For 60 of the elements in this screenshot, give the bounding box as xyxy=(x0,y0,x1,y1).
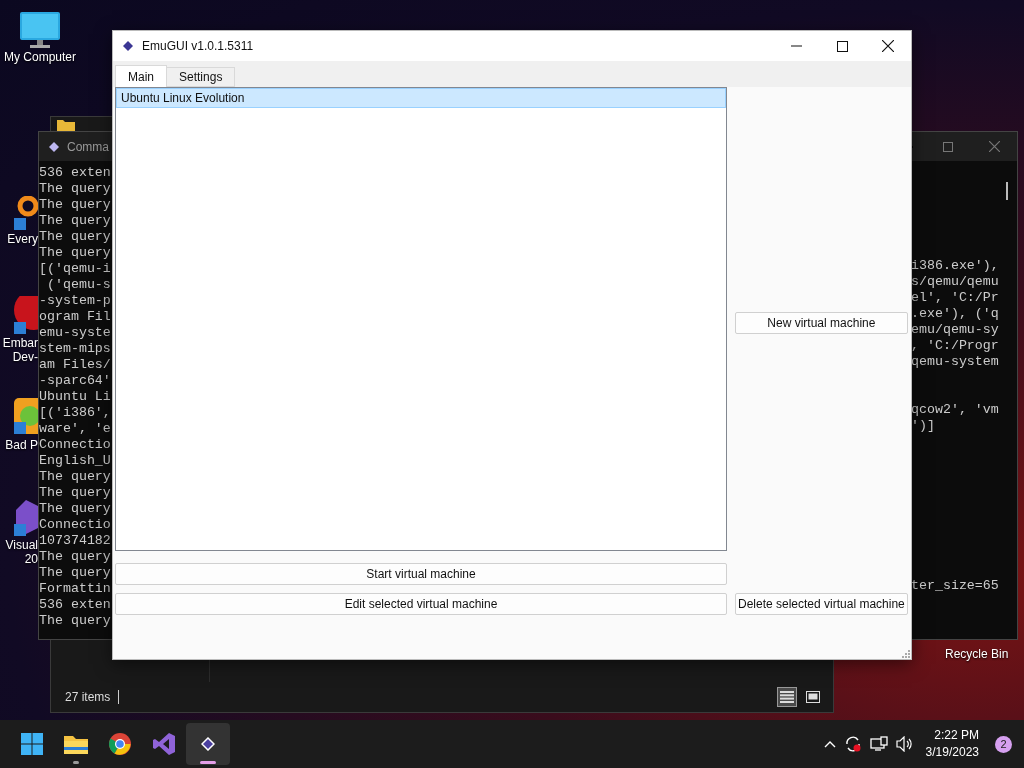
console-text: The query xyxy=(39,213,111,228)
notification-badge[interactable]: 2 xyxy=(995,735,1012,753)
console-text: The query xyxy=(39,245,111,260)
console-text: The query xyxy=(39,181,111,196)
tab[interactable]: Settings xyxy=(166,67,236,87)
icon-label[interactable]: My Computer xyxy=(4,50,76,64)
list-item[interactable]: Ubuntu Linux Evolution xyxy=(116,88,726,108)
console-text: 536 exten xyxy=(39,597,111,612)
start-vm-button[interactable]: Start virtual machine xyxy=(115,563,727,585)
console-text: el', 'C:/Pr xyxy=(911,290,999,306)
clock-date[interactable]: 3/19/2023 xyxy=(925,744,979,761)
console-text: ware', 'e xyxy=(39,421,111,436)
console-text: 536 exten xyxy=(39,165,111,180)
console-text: , 'C:/Progr xyxy=(911,338,999,354)
console-text: [('qemu-i xyxy=(39,261,111,276)
edit-vm-button[interactable]: Edit selected virtual machine xyxy=(115,593,727,615)
window-title: Comma xyxy=(67,139,109,154)
console-text: Ubuntu Li xyxy=(39,389,111,404)
console-text: ter_size=65 xyxy=(911,578,999,594)
console-text: The query xyxy=(39,565,111,580)
new-vm-button[interactable]: New virtual machine xyxy=(735,312,908,334)
console-text: qemu-system xyxy=(911,354,999,370)
clock-time[interactable]: 2:22 PM xyxy=(934,727,979,744)
icon-label[interactable]: Recycle Bin xyxy=(945,647,1009,661)
console-text: The query xyxy=(39,469,111,484)
console-text: Formattin xyxy=(39,581,111,596)
console-text: ')] xyxy=(911,418,935,434)
console-text: -system-p xyxy=(39,293,111,308)
console-text: ogram Fil xyxy=(39,309,111,324)
console-text: ('qemu-s xyxy=(45,277,111,292)
icon-label[interactable]: Every xyxy=(7,232,38,246)
console-text: The query xyxy=(39,501,111,516)
console-text: emu-syste xyxy=(39,325,111,340)
window-title: EmuGUI v1.0.1.5311 xyxy=(142,39,254,53)
icon-label[interactable]: Dev- xyxy=(12,350,38,364)
console-text: The query xyxy=(39,197,111,212)
console-text: Connectio xyxy=(39,437,111,452)
console-text: stem-mips xyxy=(39,341,111,356)
icon-label[interactable]: Bad P xyxy=(5,438,38,452)
console-text: English_U xyxy=(39,453,111,468)
icon-label[interactable]: Visual xyxy=(5,538,38,552)
icon-label[interactable]: Embar xyxy=(2,336,38,350)
console-text: The query xyxy=(39,549,111,564)
console-text: 107374182 xyxy=(39,533,111,548)
console-text: The query xyxy=(39,229,111,244)
console-text: s/qemu/qemu xyxy=(911,274,999,290)
console-text: .exe'), ('q xyxy=(911,306,999,322)
console-text: The query xyxy=(39,613,111,628)
delete-vm-button[interactable]: Delete selected virtual machine xyxy=(735,593,908,615)
console-text: am Files/ xyxy=(39,357,111,372)
tab[interactable]: Main xyxy=(115,65,167,87)
item-count: 27 items xyxy=(65,690,120,704)
console-text: qcow2', 'vm xyxy=(911,402,999,418)
console-text: i386.exe'), xyxy=(911,258,999,274)
console-text: -sparc64' xyxy=(39,373,111,388)
console-text: The query xyxy=(39,485,111,500)
console-text: [('i386', xyxy=(39,405,111,420)
icon-label[interactable]: 20 xyxy=(24,552,38,566)
console-text: emu/qemu-sy xyxy=(911,322,999,338)
console-text: Connectio xyxy=(39,517,111,532)
